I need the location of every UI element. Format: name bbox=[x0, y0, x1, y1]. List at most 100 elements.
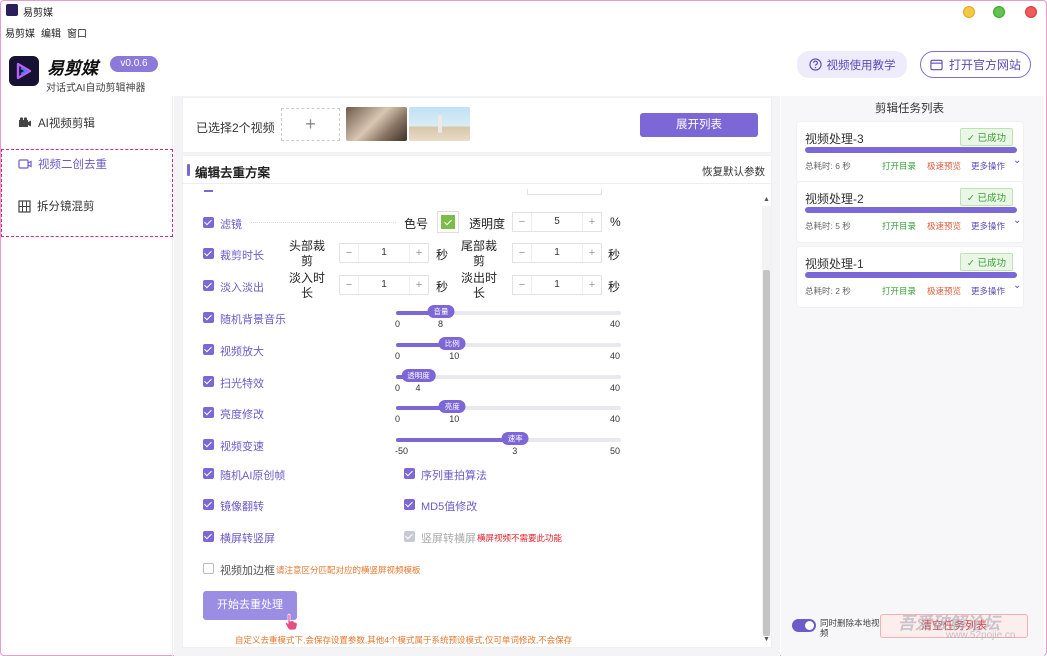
fade-in-decrement[interactable]: − bbox=[340, 279, 358, 291]
scroll-up-arrow[interactable]: ▲ bbox=[762, 196, 771, 206]
task-card: 视频处理-1 ✓ 已成功 总耗时: 2 秒 打开目录 极速预览 更多操作 ⌄ bbox=[796, 246, 1024, 308]
slider-checkbox-4[interactable] bbox=[203, 439, 214, 450]
task-progress-bar bbox=[805, 207, 1017, 213]
slider-checkbox-2[interactable] bbox=[203, 376, 214, 387]
more-actions-link[interactable]: 更多操作 bbox=[971, 160, 1005, 172]
scrollbar-thumb[interactable] bbox=[763, 270, 770, 636]
head-trim-value[interactable]: 1 bbox=[358, 244, 410, 262]
more-actions-link[interactable]: 更多操作 bbox=[971, 285, 1005, 297]
fade-in-stepper[interactable]: − 1 + bbox=[339, 275, 429, 295]
menu-item-edit[interactable]: 编辑 bbox=[41, 25, 61, 40]
ai-frame-checkbox[interactable] bbox=[203, 468, 214, 479]
task-card: 视频处理-2 ✓ 已成功 总耗时: 5 秒 打开目录 极速预览 更多操作 ⌄ bbox=[796, 181, 1024, 243]
slider-checkbox-0[interactable] bbox=[203, 312, 214, 323]
portrait-to-landscape-checkbox[interactable] bbox=[404, 531, 415, 542]
video-thumbnail-1[interactable] bbox=[346, 107, 407, 141]
slider-checkbox-3[interactable] bbox=[203, 407, 214, 418]
expand-list-button[interactable]: 展开列表 bbox=[640, 113, 758, 137]
fade-out-value[interactable]: 1 bbox=[531, 276, 583, 294]
slider-min-3: 0 bbox=[395, 414, 401, 424]
tutorial-button[interactable]: 视频使用教学 bbox=[797, 51, 907, 78]
opacity-stepper[interactable]: − 5 + bbox=[512, 212, 602, 232]
slider-handle-0[interactable]: 音量 bbox=[427, 305, 455, 318]
slider-track-4[interactable]: 速率 bbox=[396, 432, 621, 445]
brand-logo bbox=[9, 56, 39, 86]
task-status-badge: ✓ 已成功 bbox=[959, 188, 1013, 206]
sequence-checkbox[interactable] bbox=[404, 468, 415, 479]
opacity-value[interactable]: 5 bbox=[531, 213, 583, 231]
filter-checkbox[interactable] bbox=[203, 217, 214, 228]
window-title: 易剪媒 bbox=[23, 8, 53, 19]
opacity-increment[interactable]: + bbox=[583, 216, 601, 228]
slider-handle-2[interactable]: 透明度 bbox=[401, 369, 436, 382]
slider-track-3[interactable]: 亮度 bbox=[396, 400, 621, 413]
fade-out-decrement[interactable]: − bbox=[513, 279, 531, 291]
fade-in-label: 淡入时长 bbox=[288, 271, 325, 300]
slider-value-1: 10 bbox=[449, 351, 460, 361]
add-video-button[interactable]: + bbox=[281, 108, 340, 141]
open-folder-link[interactable]: 打开目录 bbox=[882, 220, 916, 232]
video-thumbnail-2[interactable] bbox=[409, 107, 470, 141]
tail-trim-label: 尾部裁剪 bbox=[460, 239, 497, 268]
fade-in-increment[interactable]: + bbox=[410, 279, 428, 291]
head-trim-stepper[interactable]: − 1 + bbox=[339, 243, 429, 263]
head-trim-decrement[interactable]: − bbox=[340, 247, 358, 259]
delete-local-toggle[interactable] bbox=[792, 619, 816, 632]
brand-tagline: 对话式AI自动剪辑神器 bbox=[46, 83, 146, 94]
close-button[interactable] bbox=[1025, 6, 1037, 18]
fade-checkbox[interactable] bbox=[203, 280, 214, 291]
slider-handle-3[interactable]: 亮度 bbox=[438, 400, 466, 413]
border-checkbox[interactable] bbox=[203, 563, 214, 574]
fade-out-increment[interactable]: + bbox=[583, 279, 601, 291]
slider-checkbox-1[interactable] bbox=[203, 344, 214, 355]
scroll-down-arrow[interactable]: ▼ bbox=[762, 636, 771, 646]
slider-handle-4[interactable]: 速率 bbox=[501, 432, 529, 445]
open-folder-link[interactable]: 打开目录 bbox=[882, 160, 916, 172]
slider-track-2[interactable]: 透明度 bbox=[396, 369, 621, 382]
slider-value-3: 10 bbox=[449, 414, 460, 424]
quick-preview-link[interactable]: 极速预览 bbox=[927, 285, 961, 297]
opacity-label: 透明度 bbox=[469, 217, 506, 231]
open-folder-link[interactable]: 打开目录 bbox=[882, 285, 916, 297]
version-badge: v0.0.6 bbox=[110, 56, 158, 72]
minimize-button[interactable] bbox=[963, 6, 975, 18]
sidebar-item-ai-edit[interactable]: AI视频剪辑 bbox=[18, 113, 95, 133]
head-trim-label: 头部裁剪 bbox=[288, 239, 325, 268]
md5-checkbox[interactable] bbox=[404, 499, 415, 510]
slider-value-4: 3 bbox=[512, 446, 518, 456]
quick-preview-link[interactable]: 极速预览 bbox=[927, 160, 961, 172]
slider-track-0[interactable]: 音量 bbox=[396, 305, 621, 318]
tail-trim-decrement[interactable]: − bbox=[513, 247, 531, 259]
mirror-checkbox[interactable] bbox=[203, 499, 214, 510]
menu-item-app[interactable]: 易剪媒 bbox=[5, 25, 35, 40]
maximize-button[interactable] bbox=[993, 6, 1005, 18]
head-trim-increment[interactable]: + bbox=[410, 247, 428, 259]
opacity-decrement[interactable]: − bbox=[513, 216, 531, 228]
official-site-label: 打开官方网站 bbox=[948, 58, 1021, 72]
slider-track-1[interactable]: 比例 bbox=[396, 337, 621, 350]
landscape-to-portrait-checkbox[interactable] bbox=[203, 531, 214, 542]
tail-trim-value[interactable]: 1 bbox=[531, 244, 583, 262]
task-name: 视频处理-2 bbox=[805, 192, 864, 206]
quick-preview-link[interactable]: 极速预览 bbox=[927, 220, 961, 232]
reset-button[interactable]: 恢复默认参数 bbox=[702, 164, 765, 179]
task-status-badge: ✓ 已成功 bbox=[959, 128, 1013, 146]
fade-in-value[interactable]: 1 bbox=[358, 276, 410, 294]
title-accent bbox=[187, 164, 190, 176]
slider-max-3: 40 bbox=[610, 414, 621, 424]
fade-out-stepper[interactable]: − 1 + bbox=[512, 275, 602, 295]
slider-handle-1[interactable]: 比例 bbox=[438, 337, 466, 350]
selection-text: 已选择2个视频 bbox=[196, 121, 275, 135]
menu-item-window[interactable]: 窗口 bbox=[67, 25, 87, 40]
toggle-knob bbox=[805, 621, 814, 630]
fade-in-unit: 秒 bbox=[436, 280, 449, 294]
color-picker[interactable] bbox=[437, 211, 459, 233]
task-name: 视频处理-3 bbox=[805, 132, 864, 146]
official-site-button[interactable]: 打开官方网站 bbox=[920, 51, 1031, 78]
tail-trim-stepper[interactable]: − 1 + bbox=[512, 243, 602, 263]
more-actions-link[interactable]: 更多操作 bbox=[971, 220, 1005, 232]
tail-trim-increment[interactable]: + bbox=[583, 247, 601, 259]
delete-local-label: 同时删除本地视频 bbox=[820, 618, 880, 638]
trim-checkbox[interactable] bbox=[203, 248, 214, 259]
slider-label-1: 视频放大 bbox=[220, 346, 264, 358]
